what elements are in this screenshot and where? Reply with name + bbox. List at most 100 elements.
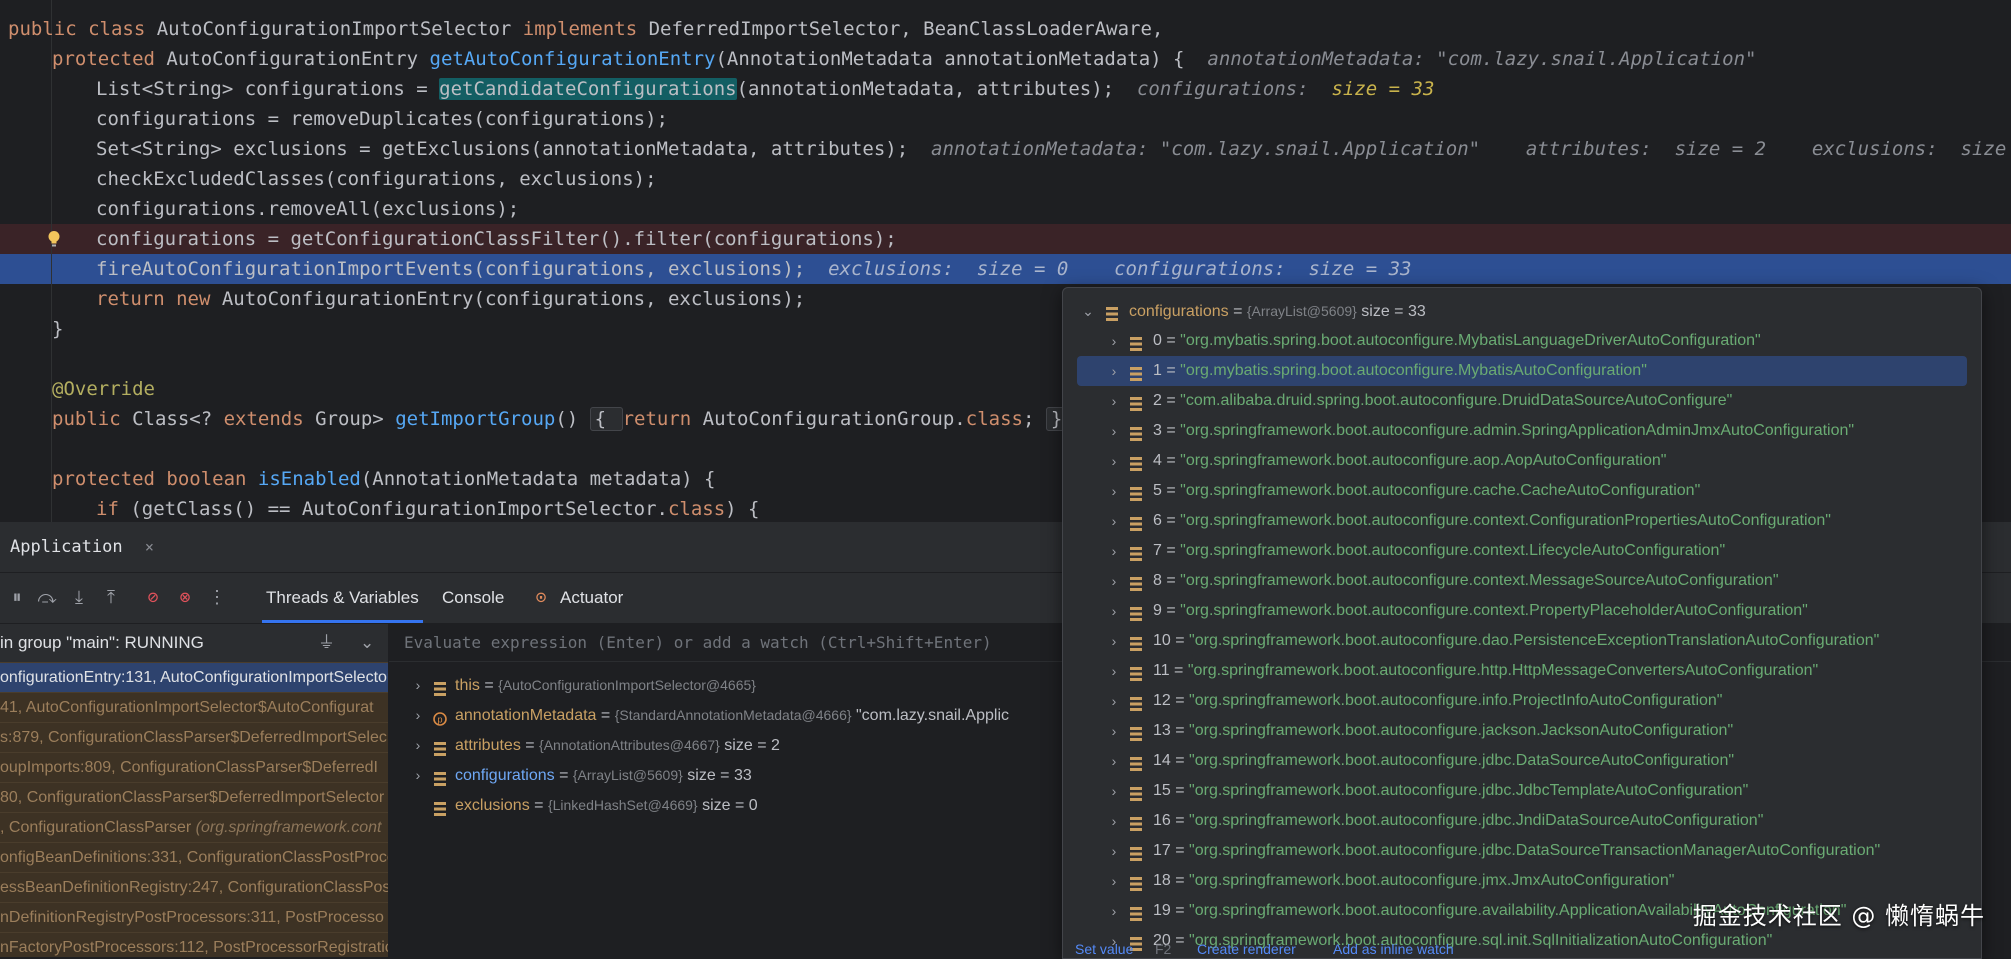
stack-frame-label: onfigBeanDefinitions:331, ConfigurationC… [0,849,388,866]
popup-list-item[interactable]: › 14 = "org.springframework.boot.autoconf… [1063,746,1981,776]
popup-list-item[interactable]: › 9 = "org.springframework.boot.autoconfi… [1063,596,1981,626]
stack-frame[interactable]: nFactoryPostProcessors:112, PostProcesso… [0,932,388,957]
code-token: Class<? [132,408,224,430]
view-breakpoints-icon[interactable]: ⊘ [142,587,164,609]
code-line[interactable]: List<String> configurations = getCandida… [0,74,2011,104]
stack-frame[interactable]: , ConfigurationClassParser (org.springfr… [0,812,388,843]
chevron-right-icon[interactable]: › [1105,386,1123,416]
chevron-right-icon[interactable]: › [1105,356,1123,386]
tab-console[interactable]: Console [442,573,504,623]
code-line[interactable]: Set<String> exclusions = getExclusions(a… [0,134,2011,164]
create-renderer-link[interactable]: Create renderer [1197,936,1296,958]
chevron-right-icon[interactable]: › [409,670,427,700]
popup-list-item[interactable]: › 16 = "org.springframework.boot.autoconf… [1063,806,1981,836]
popup-list-item[interactable]: › 15 = "org.springframework.boot.autoconf… [1063,776,1981,806]
variable-row[interactable]: › this = {AutoConfigurationImportSelector… [409,670,756,700]
chevron-right-icon[interactable]: › [1105,896,1123,926]
thread-selector[interactable]: in group "main": RUNNING ⏚ ⌄ [0,624,388,663]
chevron-right-icon[interactable]: › [1105,326,1123,356]
popup-list-item[interactable]: › 8 = "org.springframework.boot.autoconfi… [1063,566,1981,596]
stack-frame[interactable]: onfigurationEntry:131, AutoConfiguration… [0,662,388,693]
chevron-right-icon[interactable]: › [1105,716,1123,746]
tab-actuator[interactable]: Actuator [560,573,623,623]
chevron-right-icon[interactable]: › [1105,536,1123,566]
popup-list-item[interactable]: › 17 = "org.springframework.boot.autoconf… [1063,836,1981,866]
stack-frame[interactable]: oupImports:809, ConfigurationClassParser… [0,752,388,783]
code-line[interactable]: protected AutoConfigurationEntry getAuto… [0,44,2011,74]
chevron-right-icon[interactable]: › [409,760,427,790]
chevron-right-icon[interactable]: › [1105,566,1123,596]
stack-frame[interactable]: 80, ConfigurationClassParser$DeferredImp… [0,782,388,813]
step-into-icon[interactable]: ⤓ [68,587,90,609]
variable-row[interactable]: › attributes = {AnnotationAttributes@4667… [409,730,780,760]
variable-value: size = 0 [702,797,758,814]
popup-list-item[interactable]: › 10 = "org.springframework.boot.autoconf… [1063,626,1981,656]
add-inline-watch-link[interactable]: Add as inline watch [1333,936,1454,958]
chevron-right-icon[interactable]: › [1105,776,1123,806]
variable-row[interactable]: exclusions = {LinkedHashSet@4669} size =… [409,790,758,820]
variable-row[interactable]: › configurations = {ArrayList@5609} size … [409,760,752,790]
chevron-right-icon[interactable]: › [1105,476,1123,506]
popup-list-item[interactable]: › 12 = "org.springframework.boot.autoconf… [1063,686,1981,716]
chevron-right-icon[interactable]: › [409,730,427,760]
step-out-icon[interactable]: ⤒ [100,587,122,609]
popup-list-item[interactable]: › 2 = "com.alibaba.druid.spring.boot.auto… [1063,386,1981,416]
chevron-right-icon[interactable]: › [1105,806,1123,836]
more-options-icon[interactable]: ⋮ [206,587,228,609]
chevron-down-icon[interactable]: ⌄ [1079,296,1097,326]
variable-name: annotationMetadata [455,707,597,724]
field-icon [433,798,447,816]
popup-list-item[interactable]: › 5 = "org.springframework.boot.autoconfi… [1063,476,1981,506]
chevron-right-icon[interactable]: › [1105,866,1123,896]
tab-threads-variables[interactable]: Threads & Variables [262,573,423,623]
list-item-value: "com.alibaba.druid.spring.boot.autoconfi… [1180,392,1733,409]
stack-frame[interactable]: nDefinitionRegistryPostProcessors:311, P… [0,902,388,933]
chevron-right-icon[interactable]: › [1105,686,1123,716]
close-icon[interactable]: × [145,538,154,556]
popup-list-item[interactable]: › 11 = "org.springframework.boot.autoconf… [1063,656,1981,686]
code-line[interactable]: configurations = removeDuplicates(config… [0,104,2011,134]
chevron-right-icon[interactable]: › [1105,506,1123,536]
chevron-right-icon[interactable]: › [1105,836,1123,866]
stack-frame[interactable]: onfigBeanDefinitions:331, ConfigurationC… [0,842,388,873]
popup-list-item[interactable]: › 1 = "org.mybatis.spring.boot.autoconfig… [1077,356,1967,386]
popup-list-item[interactable]: › 13 = "org.springframework.boot.autoconf… [1063,716,1981,746]
stack-frame[interactable]: s:879, ConfigurationClassParser$Deferred… [0,722,388,753]
code-token: getImportGroup [395,408,556,430]
mute-breakpoints-icon[interactable]: ⊗ [174,587,196,609]
chevron-right-icon[interactable]: › [1105,446,1123,476]
chevron-down-icon[interactable]: ⌄ [360,624,374,662]
chevron-right-icon[interactable]: › [1105,746,1123,776]
variable-ref: {AutoConfigurationImportSelector@4665} [498,677,756,693]
stack-frame[interactable]: essBeanDefinitionRegistry:247, Configura… [0,872,388,903]
code-line[interactable]: fireAutoConfigurationImportEvents(config… [0,254,2011,284]
chevron-right-icon[interactable]: › [1105,596,1123,626]
set-value-link[interactable]: Set value [1075,936,1133,958]
code-text: return new AutoConfigurationEntry(config… [96,284,805,314]
popup-root-row[interactable]: ⌄ configurations = {ArrayList@5609} size… [1063,296,1981,326]
run-tab-application[interactable]: Application × [0,530,154,564]
code-line[interactable]: public class AutoConfigurationImportSele… [0,14,2011,44]
code-line[interactable]: configurations = getConfigurationClassFi… [0,224,2011,254]
chevron-right-icon[interactable]: › [409,700,427,730]
stack-frame[interactable]: 41, AutoConfigurationImportSelector$Auto… [0,692,388,723]
code-line[interactable]: checkExcludedClasses(configurations, exc… [0,164,2011,194]
step-over-icon[interactable]: ⤼ [36,587,58,609]
code-token: AutoConfigurationEntry(configurations, e… [221,288,806,310]
chevron-right-icon[interactable]: › [1105,416,1123,446]
popup-list-item[interactable]: › 18 = "org.springframework.boot.autoconf… [1063,866,1981,896]
popup-list-item[interactable]: › 0 = "org.mybatis.spring.boot.autoconfig… [1063,326,1981,356]
list-item-value: "org.springframework.boot.autoconfigure.… [1189,872,1675,889]
filter-icon[interactable]: ⏚ [318,624,335,662]
popup-list-item[interactable]: › 7 = "org.springframework.boot.autoconfi… [1063,536,1981,566]
watermark: 掘金技术社区 @ 懒惰蜗牛 [1692,902,1985,930]
chevron-right-icon[interactable]: › [1105,626,1123,656]
code-line[interactable]: configurations.removeAll(exclusions); [0,194,2011,224]
popup-list-item[interactable]: › 4 = "org.springframework.boot.autoconfi… [1063,446,1981,476]
variable-row[interactable]: › p annotationMetadata = {StandardAnnotati… [409,700,1009,730]
popup-list-item[interactable]: › 6 = "org.springframework.boot.autoconfi… [1063,506,1981,536]
list-item-index: 15 = [1153,782,1190,799]
popup-list-item[interactable]: › 3 = "org.springframework.boot.autoconfi… [1063,416,1981,446]
chevron-right-icon[interactable]: › [1105,656,1123,686]
pause-icon[interactable]: ⏸ [6,587,28,609]
